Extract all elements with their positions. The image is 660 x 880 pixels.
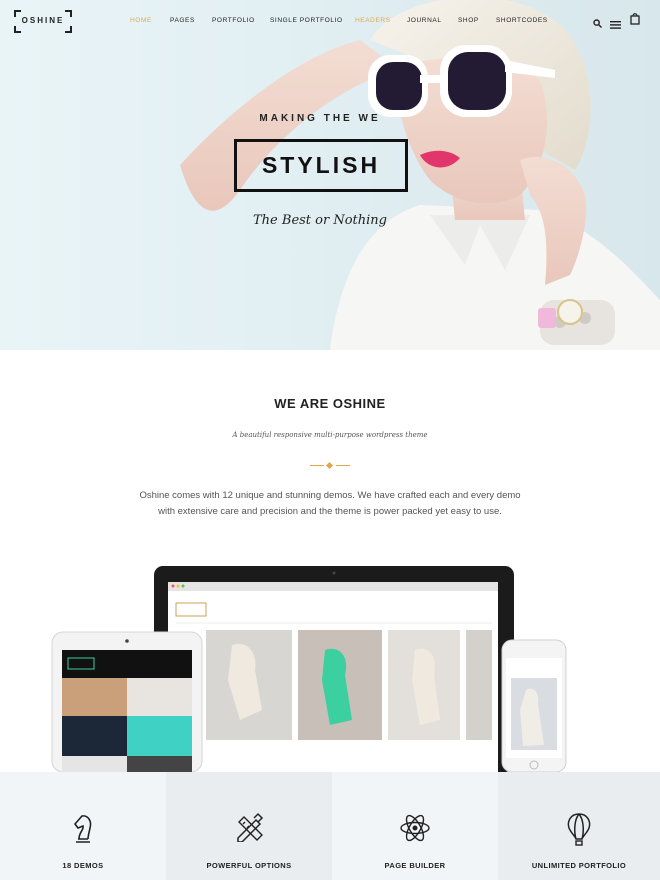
atom-icon	[399, 812, 431, 849]
intro-tagline: A beautiful responsive multi-purpose wor…	[232, 431, 428, 439]
menu-icon[interactable]	[610, 16, 621, 34]
diamond-divider	[310, 461, 350, 470]
nav-journal[interactable]: JOURNAL	[407, 17, 442, 24]
feature-label: PAGE BUILDER	[384, 861, 446, 870]
intro-body-line: Oshine comes with 12 unique and stunning…	[139, 490, 521, 501]
pencil-ruler-icon	[234, 812, 264, 847]
hero-headline: STYLISH	[234, 139, 408, 192]
hot-air-balloon-icon	[565, 812, 593, 851]
search-icon[interactable]	[593, 15, 602, 33]
feature-label: UNLIMITED PORTFOLIO	[531, 861, 627, 870]
hero-kicker: MAKING THE WE	[259, 113, 381, 124]
intro-title: WE ARE OSHINE	[274, 396, 386, 411]
main-nav: HOME PAGES PORTFOLIO SINGLE PORTFOLIO HE…	[0, 17, 660, 27]
intro-body-line: with extensive care and precision and th…	[158, 506, 502, 517]
nav-portfolio[interactable]: PORTFOLIO	[212, 17, 255, 24]
intro-body: Oshine comes with 12 unique and stunning…	[130, 488, 530, 520]
feature-powerful-options[interactable]: POWERFUL OPTIONS	[166, 772, 332, 880]
nav-single-portfolio[interactable]: SINGLE PORTFOLIO	[270, 17, 343, 24]
nav-shortcodes[interactable]: SHORTCODES	[496, 17, 548, 24]
nav-shop[interactable]: SHOP	[458, 17, 479, 24]
nav-pages[interactable]: PAGES	[170, 17, 195, 24]
features-section: 18 DEMOS POWERFUL OPTIONS PAGE BUILDER U…	[0, 772, 660, 880]
feature-18-demos[interactable]: 18 DEMOS	[0, 772, 166, 880]
feature-label: 18 DEMOS	[62, 861, 104, 870]
hero-section: OSHINE HOME PAGES PORTFOLIO SINGLE PORTF…	[0, 0, 660, 350]
chess-knight-icon	[70, 812, 96, 849]
devices-mockup-image	[51, 566, 567, 772]
cart-icon[interactable]	[630, 12, 640, 30]
feature-unlimited-portfolio[interactable]: UNLIMITED PORTFOLIO	[498, 772, 660, 880]
header-tools	[593, 12, 648, 30]
feature-page-builder[interactable]: PAGE BUILDER	[332, 772, 498, 880]
nav-headers[interactable]: HEADERS	[355, 17, 391, 24]
hero-subtitle: The Best or Nothing	[253, 213, 387, 228]
nav-home[interactable]: HOME	[130, 17, 152, 24]
feature-label: POWERFUL OPTIONS	[206, 861, 292, 870]
